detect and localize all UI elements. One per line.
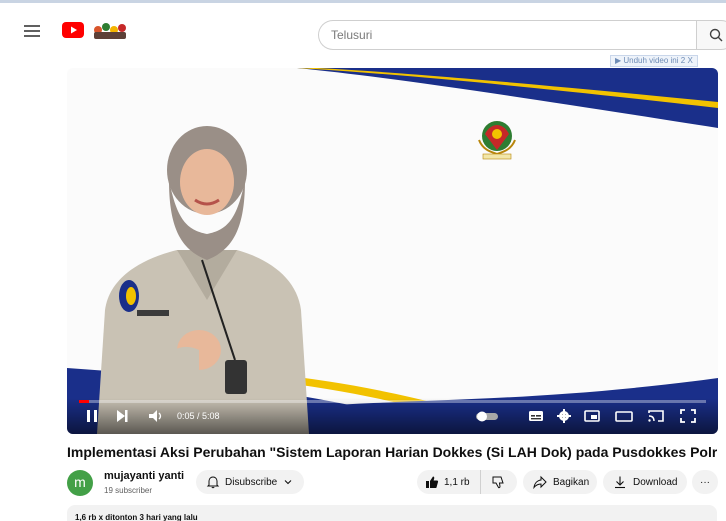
channel-name[interactable]: mujayanti yanti <box>104 470 184 482</box>
fullscreen-icon[interactable] <box>679 408 697 424</box>
subscribed-label: Disubscribe <box>225 476 278 488</box>
download-icon <box>615 476 625 489</box>
thumbs-down-icon <box>492 476 504 489</box>
theater-mode-icon[interactable] <box>615 408 633 424</box>
masthead <box>0 8 726 56</box>
subscribed-button[interactable]: Disubscribe <box>196 470 304 494</box>
cast-icon[interactable] <box>647 408 665 424</box>
doodle-logo-icon[interactable] <box>90 18 130 42</box>
description-box[interactable]: 1,6 rb x ditonton 3 hari yang lalu <box>67 505 717 521</box>
like-button[interactable]: 1,1 rb <box>417 470 481 494</box>
channel-avatar[interactable]: m <box>67 470 93 496</box>
download-label: Download <box>633 476 678 488</box>
player-controls: 0:05 / 5:08 <box>67 398 718 434</box>
youtube-logo-icon[interactable] <box>62 22 84 38</box>
police-emblem-icon <box>478 121 516 160</box>
more-actions-button[interactable]: ··· <box>692 470 718 494</box>
top-border <box>0 0 726 3</box>
like-count: 1,1 rb <box>444 476 470 488</box>
pause-icon[interactable] <box>83 408 101 424</box>
progress-bar[interactable] <box>79 400 706 403</box>
chevron-down-icon <box>284 480 292 485</box>
captions-icon[interactable] <box>527 408 545 424</box>
download-video-ad[interactable]: ▶ Unduh video ini 2 X <box>610 55 698 67</box>
video-title: Implementasi Aksi Perubahan "Sistem Lapo… <box>67 444 717 460</box>
view-stats: 1,6 rb x ditonton 3 hari yang lalu <box>75 513 198 521</box>
share-button[interactable]: Bagikan <box>523 470 597 494</box>
search-input[interactable] <box>319 21 696 49</box>
next-icon[interactable] <box>113 408 131 424</box>
autoplay-toggle-icon[interactable] <box>475 408 499 424</box>
ad-label[interactable]: ▶ Unduh video ini <box>615 56 679 65</box>
settings-icon[interactable] <box>555 408 573 424</box>
search-button[interactable] <box>696 20 726 50</box>
more-icon: ··· <box>700 476 710 488</box>
volume-icon[interactable] <box>147 408 165 424</box>
search-box[interactable] <box>318 20 696 50</box>
video-player[interactable]: 0:05 / 5:08 <box>67 68 718 434</box>
like-dislike-group: 1,1 rb <box>417 470 517 494</box>
subscriber-count: 19 subscriber <box>104 486 153 495</box>
ad-close[interactable]: 2 X <box>681 56 693 65</box>
download-button[interactable]: Download <box>603 470 687 494</box>
search-icon <box>709 28 723 42</box>
progress-fill <box>79 400 90 403</box>
bell-icon <box>206 476 220 489</box>
share-icon <box>533 475 547 489</box>
dislike-button[interactable] <box>481 470 517 494</box>
share-label: Bagikan <box>553 476 590 488</box>
presenter-figure <box>97 126 309 434</box>
time-display: 0:05 / 5:08 <box>177 411 220 421</box>
miniplayer-icon[interactable] <box>583 408 601 424</box>
thumbs-up-icon <box>426 476 439 488</box>
menu-icon[interactable] <box>22 22 42 40</box>
